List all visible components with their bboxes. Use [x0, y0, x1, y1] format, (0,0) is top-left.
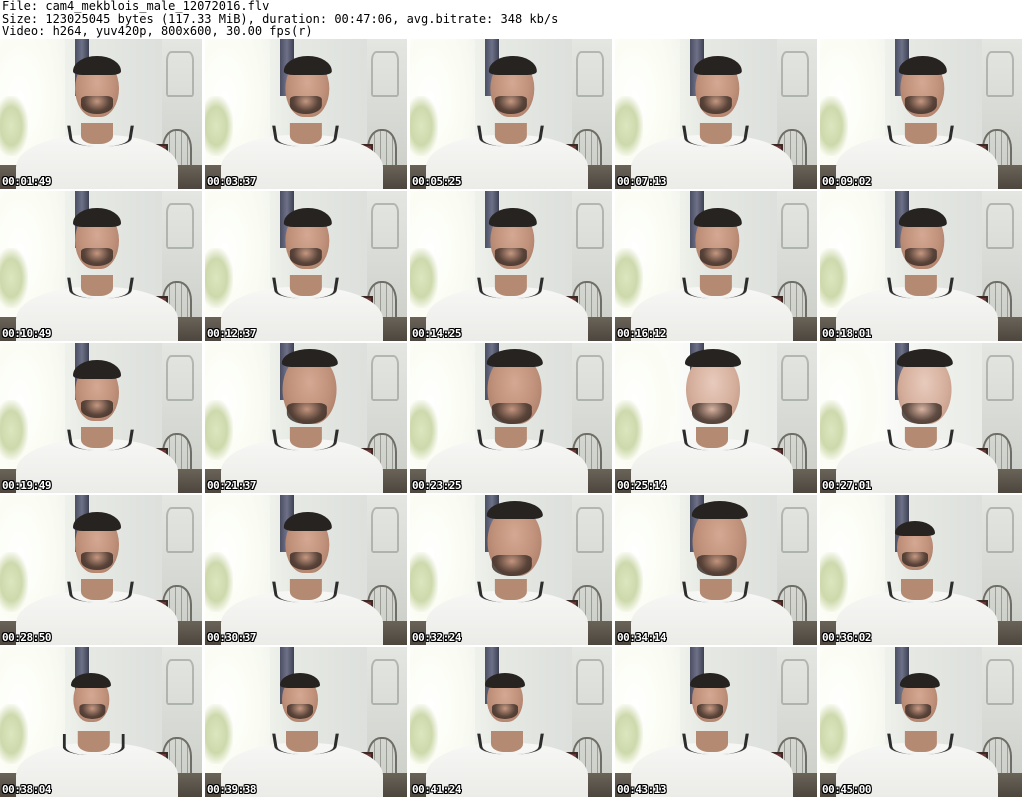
file-info-header: File: cam4_mekblois_male_12072016.flv Si…: [2, 0, 1022, 38]
thumbnail-timestamp: 00:07:13: [617, 175, 666, 188]
thumbnail-timestamp: 00:27:01: [822, 479, 871, 492]
video-thumbnail: 00:21:37: [205, 343, 407, 493]
video-thumbnail: 00:45:00: [820, 647, 1022, 797]
video-thumbnail: 00:25:14: [615, 343, 817, 493]
video-thumbnail: 00:19:49: [0, 343, 202, 493]
thumbnail-timestamp: 00:19:49: [2, 479, 51, 492]
video-thumbnail: 00:18:01: [820, 191, 1022, 341]
video-thumbnail: 00:41:24: [410, 647, 612, 797]
video-thumbnail: 00:39:38: [205, 647, 407, 797]
thumbnail-timestamp: 00:21:37: [207, 479, 256, 492]
thumbnail-timestamp: 00:34:14: [617, 631, 666, 644]
video-info-line: Video: h264, yuv420p, 800x600, 30.00 fps…: [2, 24, 313, 39]
video-thumbnail: 00:23:25: [410, 343, 612, 493]
thumbnail-timestamp: 00:16:12: [617, 327, 666, 340]
thumbnail-timestamp: 00:12:37: [207, 327, 256, 340]
thumbnail-timestamp: 00:01:49: [2, 175, 51, 188]
video-thumbnail: 00:09:02: [820, 39, 1022, 189]
thumbnail-timestamp: 00:41:24: [412, 783, 461, 796]
thumbnail-timestamp: 00:38:04: [2, 783, 51, 796]
video-thumbnail: 00:36:02: [820, 495, 1022, 645]
thumbnail-timestamp: 00:23:25: [412, 479, 461, 492]
video-thumbnail: 00:03:37: [205, 39, 407, 189]
thumbnail-timestamp: 00:43:13: [617, 783, 666, 796]
video-thumbnail: 00:16:12: [615, 191, 817, 341]
video-thumbnail: 00:05:25: [410, 39, 612, 189]
thumbnail-timestamp: 00:32:24: [412, 631, 461, 644]
thumbnail-timestamp: 00:25:14: [617, 479, 666, 492]
video-thumbnail: 00:43:13: [615, 647, 817, 797]
thumbnail-timestamp: 00:28:50: [2, 631, 51, 644]
video-thumbnail: 00:07:13: [615, 39, 817, 189]
thumbnail-timestamp: 00:45:00: [822, 783, 871, 796]
thumbnail-timestamp: 00:14:25: [412, 327, 461, 340]
video-thumbnail: 00:32:24: [410, 495, 612, 645]
video-thumbnail: 00:14:25: [410, 191, 612, 341]
video-thumbnail: 00:34:14: [615, 495, 817, 645]
video-thumbnail: 00:10:49: [0, 191, 202, 341]
thumbnail-timestamp: 00:10:49: [2, 327, 51, 340]
thumbnail-timestamp: 00:09:02: [822, 175, 871, 188]
video-thumbnail: 00:28:50: [0, 495, 202, 645]
thumbnail-timestamp: 00:39:38: [207, 783, 256, 796]
video-thumbnail: 00:38:04: [0, 647, 202, 797]
video-thumbnail: 00:30:37: [205, 495, 407, 645]
video-thumbnail: 00:12:37: [205, 191, 407, 341]
thumbnail-timestamp: 00:18:01: [822, 327, 871, 340]
thumbnail-timestamp: 00:03:37: [207, 175, 256, 188]
video-thumbnail: 00:27:01: [820, 343, 1022, 493]
file-name-line: File: cam4_mekblois_male_12072016.flv: [2, 0, 270, 13]
thumbnail-timestamp: 00:30:37: [207, 631, 256, 644]
thumbnail-grid: 00:01:49 00:03:37 00:05:25 00:07:13 00:0…: [0, 39, 1024, 799]
video-thumbnail: 00:01:49: [0, 39, 202, 189]
thumbnail-timestamp: 00:05:25: [412, 175, 461, 188]
thumbnail-timestamp: 00:36:02: [822, 631, 871, 644]
